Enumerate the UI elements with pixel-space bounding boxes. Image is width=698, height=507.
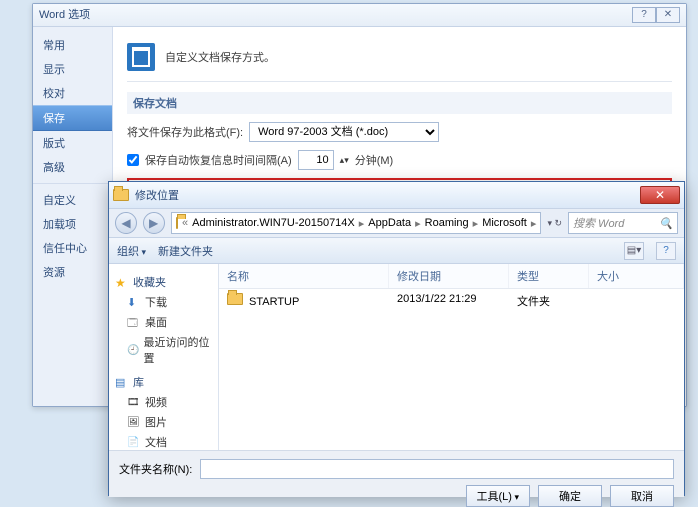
crumb-microsoft[interactable]: Microsoft [482,217,527,229]
help-button[interactable]: ? [632,7,656,23]
refresh-icon[interactable]: ▾ ↻ [547,218,562,229]
tree-downloads[interactable]: 下载 [109,292,218,312]
col-type[interactable]: 类型 [509,264,589,288]
tools-menu-button[interactable]: 工具(L) [466,485,530,507]
item-name: STARTUP [249,296,299,308]
sidebar-item-customize[interactable]: 自定义 [33,188,112,212]
close-button[interactable]: ✕ [656,7,680,23]
window-controls: ? ✕ [632,7,680,23]
stepper-icon[interactable]: ▴▾ [340,155,349,166]
col-size[interactable]: 大小 [589,264,684,288]
sidebar-item-display[interactable]: 显示 [33,57,112,81]
format-select[interactable]: Word 97-2003 文档 (*.doc) [249,122,439,142]
view-mode-button[interactable]: ▤▾ [624,242,644,260]
address-bar-row: ◀ ◀ « Administrator.WIN7U-20150714X▸ App… [109,208,684,238]
dialog-bottom: 文件夹名称(N): 工具(L) 确定 取消 [109,450,684,497]
autosave-label: 保存自动恢复信息时间间隔(A) [145,152,292,168]
foldername-label: 文件夹名称(N): [119,461,192,477]
word-title-text: Word 选项 [39,4,90,26]
autosave-checkbox[interactable] [127,154,139,166]
main-heading: 自定义文档保存方式。 [165,49,275,65]
sidebar-item-layout[interactable]: 版式 [33,131,112,155]
help-icon[interactable]: ? [656,242,676,260]
dialog-close-button[interactable]: ✕ [640,186,680,204]
word-title-bar: Word 选项 ? ✕ [33,4,686,26]
options-sidebar: 常用 显示 校对 保存 版式 高级 自定义 加载项 信任中心 资源 [33,27,113,406]
sidebar-item-trust[interactable]: 信任中心 [33,236,112,260]
col-name[interactable]: 名称 [219,264,389,288]
crumb-word[interactable]: Word [540,217,541,229]
save-icon [127,43,155,71]
list-item[interactable]: STARTUP 2013/1/22 21:29 文件夹 [219,289,684,313]
dialog-toolbar: 组织 新建文件夹 ▤▾ ? [109,238,684,264]
organize-menu[interactable]: 组织 [117,243,146,259]
row-autosave: 保存自动恢复信息时间间隔(A) ▴▾ 分钟(M) [127,150,672,170]
main-heading-row: 自定义文档保存方式。 [127,37,672,82]
sidebar-item-save[interactable]: 保存 [33,105,112,131]
tree-pictures[interactable]: 图片 [109,412,218,432]
sidebar-item-addins[interactable]: 加载项 [33,212,112,236]
tree-favorites[interactable]: ★收藏夹 [109,272,218,292]
cancel-button[interactable]: 取消 [610,485,674,507]
ok-button[interactable]: 确定 [538,485,602,507]
dialog-title: 修改位置 [135,187,179,203]
sidebar-item-common[interactable]: 常用 [33,33,112,57]
tree-recent[interactable]: 最近访问的位置 [109,332,218,368]
folder-icon [176,217,178,229]
newfolder-button[interactable]: 新建文件夹 [158,243,213,259]
crumb-roaming[interactable]: Roaming [425,217,469,229]
sidebar-item-proof[interactable]: 校对 [33,81,112,105]
search-icon: 🔍 [659,217,673,230]
file-browse-dialog: 修改位置 ✕ ◀ ◀ « Administrator.WIN7U-2015071… [108,181,685,496]
dialog-buttons: 工具(L) 确定 取消 [119,485,674,507]
folder-tree: ★收藏夹 下载 桌面 最近访问的位置 库 视频 图片 文档 音乐 计算机 Win… [109,264,219,450]
tree-videos[interactable]: 视频 [109,392,218,412]
row-save-format: 将文件保存为此格式(F): Word 97-2003 文档 (*.doc) [127,122,672,142]
item-type: 文件夹 [509,293,589,309]
sidebar-item-resources[interactable]: 资源 [33,260,112,284]
crumb-user[interactable]: Administrator.WIN7U-20150714X [192,217,355,229]
foldername-row: 文件夹名称(N): [119,459,674,479]
foldername-input[interactable] [200,459,674,479]
crumb-appdata[interactable]: AppData [368,217,411,229]
tree-documents[interactable]: 文档 [109,432,218,450]
breadcrumb-bar[interactable]: « Administrator.WIN7U-20150714X▸ AppData… [171,212,541,234]
search-input[interactable]: 搜索 Word 🔍 [568,212,678,234]
autosave-minutes-input[interactable] [298,150,334,170]
dialog-title-bar: 修改位置 ✕ [109,182,684,208]
file-list: 名称 修改日期 类型 大小 STARTUP 2013/1/22 21:29 文件… [219,264,684,450]
autosave-unit: 分钟(M) [355,152,394,168]
section-save-docs: 保存文档 [127,92,672,114]
dialog-body: ★收藏夹 下载 桌面 最近访问的位置 库 视频 图片 文档 音乐 计算机 Win… [109,264,684,450]
sidebar-divider [33,183,112,184]
nav-forward-button[interactable]: ◀ [143,212,165,234]
column-headers: 名称 修改日期 类型 大小 [219,264,684,289]
tree-desktop[interactable]: 桌面 [109,312,218,332]
tree-libraries[interactable]: 库 [109,372,218,392]
nav-back-button[interactable]: ◀ [115,212,137,234]
folder-icon [113,189,129,201]
format-label: 将文件保存为此格式(F): [127,124,243,140]
item-date: 2013/1/22 21:29 [389,293,509,309]
col-date[interactable]: 修改日期 [389,264,509,288]
sidebar-item-advanced[interactable]: 高级 [33,155,112,179]
folder-icon [227,293,243,305]
search-placeholder: 搜索 Word [573,215,624,231]
item-size [589,293,684,309]
